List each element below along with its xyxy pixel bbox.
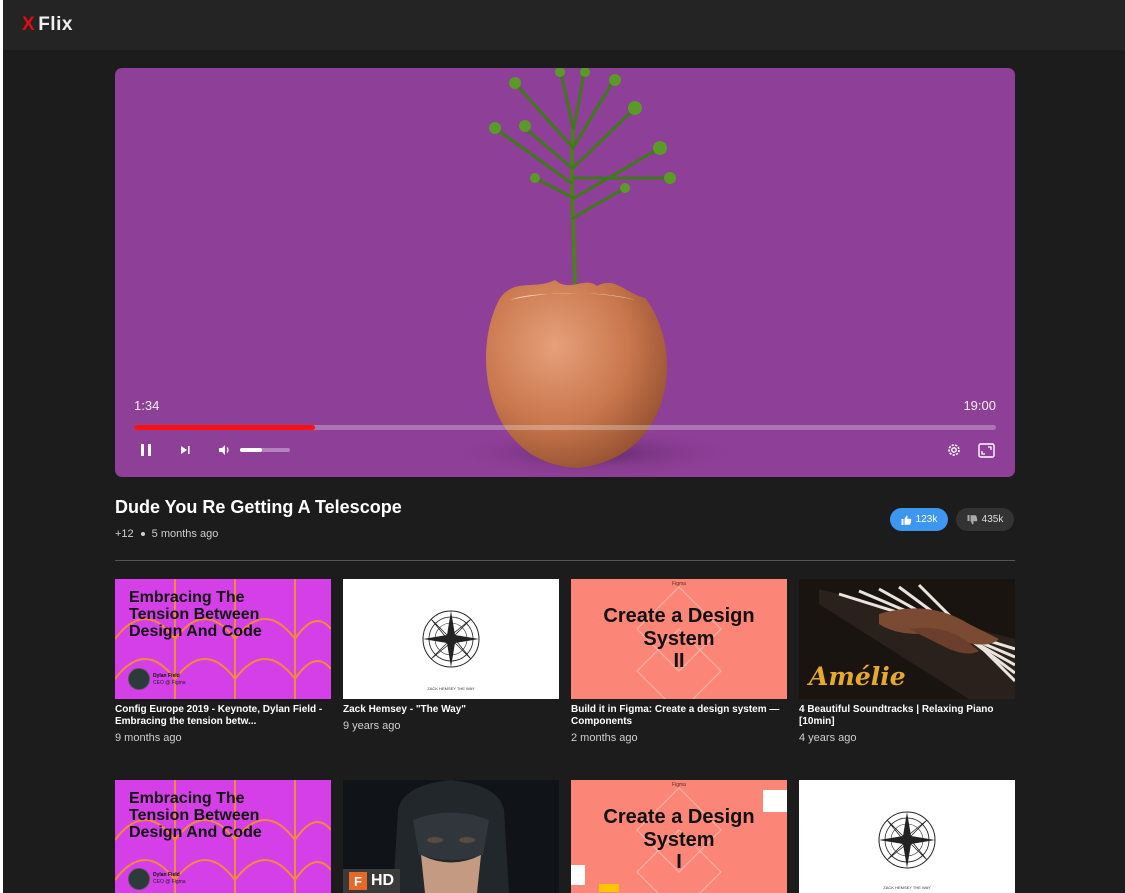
pause-button[interactable]	[138, 442, 154, 458]
video-card[interactable]: Figma Create a Design System II Build it…	[571, 579, 787, 744]
like-count: 123k	[915, 514, 938, 525]
thumbnail-number: I	[676, 851, 682, 873]
hd-badge: F HD	[343, 869, 401, 893]
card-title[interactable]: Build it in Figma: Create a design syste…	[571, 704, 787, 728]
video-card[interactable]: Figma Create a Design System I	[571, 780, 787, 893]
fullscreen-icon	[977, 442, 995, 458]
thumbnail-caption: ZACK HEMSEY THE WAY	[427, 686, 475, 691]
volume-button[interactable]	[216, 442, 232, 458]
badge-text: HD	[371, 872, 395, 889]
compass-icon	[422, 610, 480, 668]
fullscreen-button[interactable]	[977, 442, 995, 458]
card-title[interactable]: Config Europe 2019 - Keynote, Dylan Fiel…	[115, 704, 331, 728]
card-age: 9 years ago	[343, 720, 401, 732]
video-card[interactable]: Amélie 4 Beautiful Soundtracks | Relaxin…	[799, 579, 1015, 744]
settings-gear-icon	[948, 444, 960, 456]
video-card[interactable]: ZACK HEMSEY THE WAY	[799, 780, 1015, 893]
card-age: 9 months ago	[115, 732, 182, 744]
video-card[interactable]: Embracing The Tension Between Design And…	[115, 780, 331, 893]
compass-icon	[878, 811, 936, 869]
card-title[interactable]: 4 Beautiful Soundtracks | Relaxing Piano…	[799, 704, 1015, 728]
speaker-role: CEO @ Figma	[153, 680, 186, 686]
video-card[interactable]: ZACK HEMSEY THE WAY Zack Hemsey - "The W…	[343, 579, 559, 732]
card-age: 2 months ago	[571, 732, 638, 744]
current-time: 1:34	[134, 398, 160, 413]
thumbnail-text: Create a Design System	[603, 806, 755, 851]
thumbnail-text: Create a Design System	[603, 605, 755, 650]
video-thumbnail[interactable]: ZACK HEMSEY THE WAY	[343, 579, 559, 699]
dislike-button[interactable]: 435k	[956, 508, 1014, 531]
app-name: Flix	[38, 14, 73, 35]
app-logo[interactable]: X Flix	[22, 14, 73, 36]
settings-button[interactable]	[945, 442, 963, 458]
extra-count: +12	[115, 528, 134, 540]
skip-next-icon	[181, 446, 190, 454]
video-thumbnail[interactable]: Embracing The Tension Between Design And…	[115, 780, 331, 893]
thumbnail-text: Embracing The Tension Between Design And…	[129, 589, 262, 640]
badge-logo: F	[349, 872, 367, 890]
video-thumbnail[interactable]: Figma Create a Design System I	[571, 780, 787, 893]
video-card[interactable]: Embracing The Tension Between Design And…	[115, 579, 331, 744]
video-meta: +12 5 months ago	[115, 528, 218, 540]
video-frame	[445, 68, 745, 477]
video-age: 5 months ago	[151, 528, 219, 540]
video-card[interactable]: F HD	[343, 780, 559, 893]
thumbnail-label: Figma	[672, 581, 686, 587]
video-thumbnail[interactable]: ZACK HEMSEY THE WAY	[799, 780, 1015, 893]
thumbnail-text: Embracing The Tension Between Design And…	[129, 790, 262, 841]
progress-fill	[134, 425, 316, 430]
avatar	[128, 668, 150, 690]
video-thumbnail[interactable]: F HD	[343, 780, 559, 893]
video-thumbnail[interactable]: Amélie	[799, 579, 1015, 699]
speaker-name: Dylan Field	[153, 872, 180, 878]
separator-dot	[140, 532, 145, 536]
total-time: 19:00	[963, 398, 996, 413]
thumbs-up-icon	[901, 515, 912, 525]
avatar	[128, 868, 150, 890]
video-title: Dude You Re Getting A Telescope	[115, 497, 402, 517]
next-button[interactable]	[177, 442, 193, 458]
volume-slider[interactable]	[240, 448, 290, 452]
section-divider	[115, 560, 1015, 561]
progress-bar[interactable]	[134, 425, 996, 430]
video-thumbnail[interactable]: Figma Create a Design System II	[571, 579, 787, 699]
like-button[interactable]: 123k	[890, 508, 948, 531]
window-edge	[0, 0, 3, 893]
thumbnail-caption: ZACK HEMSEY THE WAY	[883, 885, 931, 890]
dislike-count: 435k	[981, 514, 1004, 525]
video-thumbnail[interactable]: Embracing The Tension Between Design And…	[115, 579, 331, 699]
top-bar: X Flix	[3, 0, 1125, 50]
logo-mark: X	[22, 14, 36, 35]
card-title[interactable]: Zack Hemsey - "The Way"	[343, 704, 559, 716]
volume-fill	[240, 448, 262, 452]
thumbnail-text: Amélie	[809, 662, 906, 691]
video-player[interactable]: 1:34 19:00	[115, 68, 1015, 477]
volume-icon	[219, 445, 229, 455]
card-age: 4 years ago	[799, 732, 857, 744]
speaker-name: Dylan Field	[153, 673, 180, 679]
pause-icon	[141, 444, 151, 456]
thumbnail-number: II	[673, 650, 685, 672]
thumbnail-label: Figma	[672, 782, 686, 788]
thumbs-down-icon	[967, 514, 978, 524]
speaker-role: CEO @ Figma	[153, 879, 186, 885]
